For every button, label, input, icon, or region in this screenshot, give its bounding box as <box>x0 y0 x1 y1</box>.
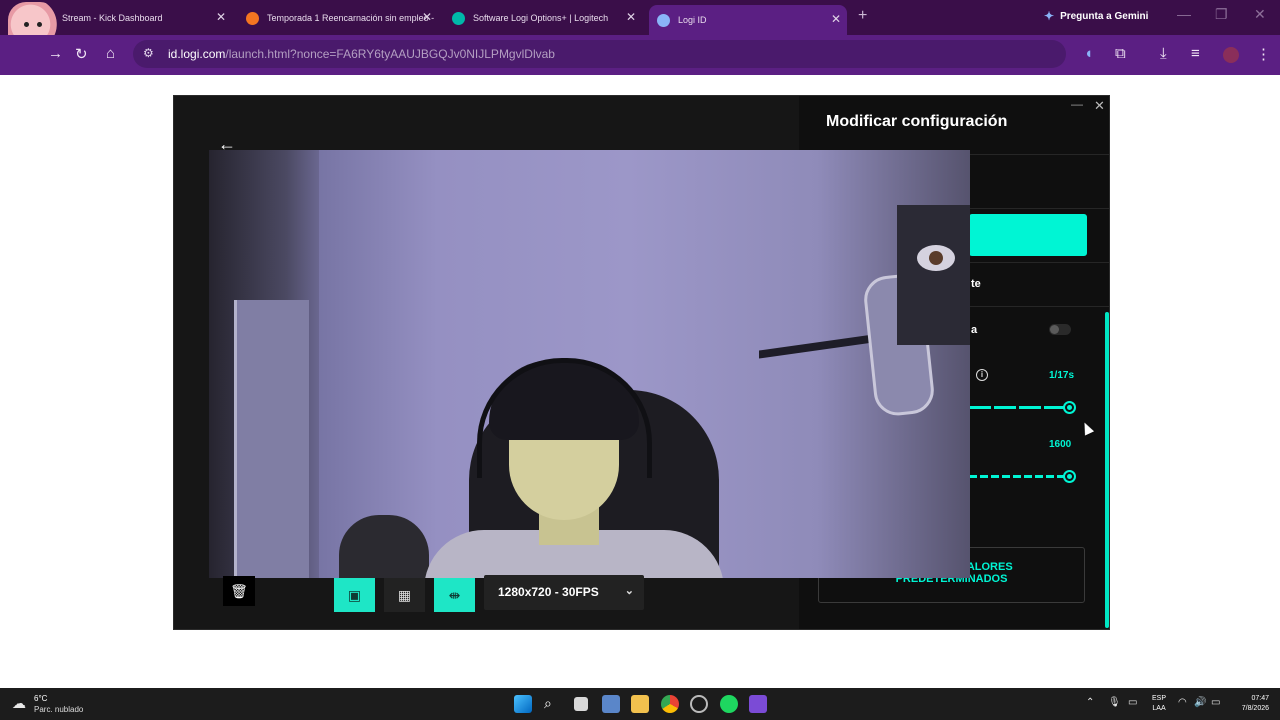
crunchyroll-icon <box>246 11 259 25</box>
tab-logi-options[interactable]: Software Logi Options+ | Logitech ✕ <box>444 5 642 31</box>
lang-code: ESP <box>1152 695 1167 702</box>
tab-logi-id[interactable]: Logi ID ✕ <box>649 5 847 35</box>
tray-app-icon[interactable]: ▭ <box>1128 697 1137 708</box>
slider-track <box>969 406 1074 409</box>
close-icon[interactable]: ✕ <box>1094 98 1105 114</box>
lang-layout: LAA <box>1152 705 1166 712</box>
gemini-label: Pregunta a Gemini <box>1060 10 1149 22</box>
weather-cloud-icon[interactable]: ☁ <box>12 695 26 712</box>
site-settings-icon[interactable]: ⚙ <box>143 46 154 60</box>
tab-title: Stream - Kick Dashboard <box>62 13 163 23</box>
close-icon[interactable]: ✕ <box>422 10 432 24</box>
task-view-icon[interactable] <box>574 697 588 711</box>
clock-time: 07:47 <box>1251 695 1269 702</box>
face-framing-button[interactable]: ▣ <box>334 578 375 612</box>
forward-icon[interactable]: → <box>48 45 63 62</box>
primary-action-button[interactable] <box>969 214 1087 256</box>
resolution-select[interactable]: 1280x720 - 30FPS ⌄ <box>484 575 644 610</box>
volume-icon[interactable]: 🔊 <box>1194 697 1206 708</box>
obs-icon[interactable] <box>690 695 708 713</box>
iso-slider[interactable] <box>969 470 1076 483</box>
url-host: id.logi.com <box>168 47 226 61</box>
clock-date: 7/8/2026 <box>1241 705 1269 712</box>
slider-knob[interactable] <box>1063 470 1076 483</box>
close-window-icon[interactable]: ✕ <box>1254 6 1266 23</box>
gemini-button[interactable]: ✦ Pregunta a Gemini <box>1044 9 1148 23</box>
webcam-preview-image <box>209 150 970 578</box>
chrome-icon[interactable] <box>661 695 679 713</box>
home-icon[interactable]: ⌂ <box>106 45 115 62</box>
setting-toggle[interactable] <box>1049 324 1071 335</box>
tab-title: Logi ID <box>678 15 707 25</box>
grid-off-icon: ▦ <box>397 586 412 603</box>
close-icon[interactable]: ✕ <box>831 12 841 26</box>
account-avatar[interactable] <box>1223 47 1239 63</box>
file-explorer-icon[interactable] <box>631 695 649 713</box>
tab-crunchyroll[interactable]: Temporada 1 Reencarnación sin empleo - ✕ <box>238 5 438 31</box>
logi-icon <box>452 11 465 25</box>
media-queue-icon[interactable]: ≡ <box>1191 45 1200 62</box>
mirror-icon: ⇼ <box>448 586 461 603</box>
microphone-icon[interactable]: 🎙 <box>1108 697 1121 708</box>
url-path: /launch.html?nonce=FA6RY6tyAAUJBGQJv0NIJ… <box>225 47 555 61</box>
battery-icon[interactable]: ▭ <box>1211 697 1220 708</box>
extensions-puzzle-icon[interactable]: ⧉ <box>1115 45 1126 62</box>
system-clock[interactable]: 07:47 7/8/2026 <box>1233 694 1269 714</box>
logi-options-icon[interactable] <box>749 695 767 713</box>
reload-icon[interactable]: ↻ <box>75 45 88 63</box>
wifi-icon[interactable]: ◠ <box>1178 697 1187 708</box>
tray-chevron-up-icon[interactable]: ⌃ <box>1086 697 1094 708</box>
panel-title: Modificar configuración <box>826 113 1008 130</box>
start-windows-icon[interactable] <box>514 695 532 713</box>
extension-wave-icon[interactable]: ◖ <box>1084 45 1093 62</box>
resolution-value: 1280x720 - 30FPS <box>498 585 599 599</box>
tab-title: Temporada 1 Reencarnación sin empleo - <box>267 13 435 23</box>
settings-scrollbar[interactable] <box>1105 312 1109 628</box>
new-tab-icon[interactable]: + <box>858 7 867 25</box>
restore-window-icon[interactable]: ❐ <box>1215 6 1228 23</box>
weather-description: Parc. nublado <box>34 705 84 714</box>
tab-kick-dashboard[interactable]: Stream - Kick Dashboard ✕ <box>40 5 232 31</box>
menu-kebab-icon[interactable]: ⋮ <box>1256 45 1271 63</box>
setting-label-partial: a <box>971 324 978 336</box>
search-icon[interactable]: ⌕ <box>544 695 562 713</box>
chevron-down-icon: ⌄ <box>624 585 634 597</box>
minimize-window-icon[interactable]: — <box>1177 6 1191 22</box>
info-icon[interactable]: i <box>976 369 988 381</box>
setting-label-partial: te <box>971 278 981 290</box>
download-icon[interactable]: ⤓ <box>1160 45 1167 62</box>
hide-overlay-button[interactable]: ▦ <box>384 578 425 612</box>
mirror-button[interactable]: ⇼ <box>434 578 475 612</box>
spotify-icon[interactable] <box>720 695 738 713</box>
shutter-value: 1/17s <box>1049 370 1075 381</box>
gemini-spark-icon: ✦ <box>1044 9 1055 23</box>
weather-temperature: 6°C <box>34 694 48 703</box>
shutter-slider[interactable] <box>969 401 1076 414</box>
iso-value: 1600 <box>1049 439 1072 450</box>
input-language[interactable]: ESP LAA <box>1152 694 1166 714</box>
slider-knob[interactable] <box>1063 401 1076 414</box>
minimize-icon[interactable]: — <box>1071 97 1083 111</box>
address-url[interactable]: id.logi.com/launch.html?nonce=FA6RY6tyAA… <box>168 47 555 61</box>
portrait-icon: ▣ <box>347 586 362 603</box>
close-icon[interactable]: ✕ <box>626 10 636 24</box>
slider-track <box>969 475 1074 478</box>
store-icon[interactable] <box>602 695 620 713</box>
browser-tab-strip: Stream - Kick Dashboard ✕ Temporada 1 Re… <box>0 0 1280 58</box>
tab-title: Software Logi Options+ | Logitech <box>473 13 609 23</box>
trash-icon[interactable]: 🗑 <box>223 576 255 606</box>
close-icon[interactable]: ✕ <box>216 10 226 24</box>
globe-icon <box>657 13 670 27</box>
